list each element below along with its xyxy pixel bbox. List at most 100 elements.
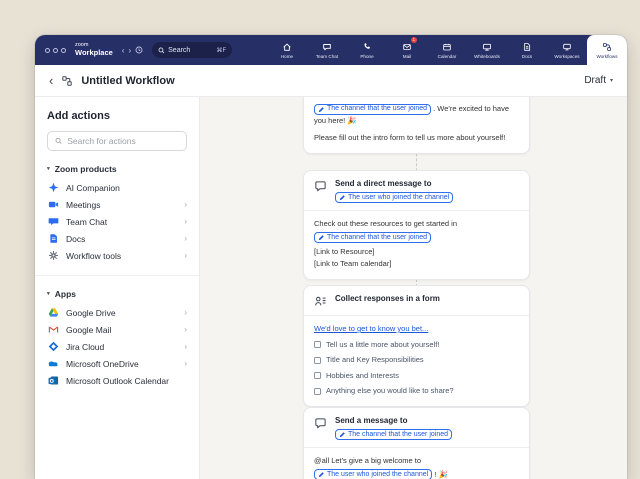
global-search-input[interactable]: Search ⌘F — [152, 42, 232, 58]
form-field-icon — [314, 341, 321, 348]
nav-item-whiteboards[interactable]: Whiteboards — [467, 35, 507, 65]
team-chat-icon — [322, 42, 332, 53]
window-minimize-button[interactable] — [53, 48, 58, 53]
meetings-icon — [47, 199, 59, 211]
ai-companion-icon — [47, 182, 59, 194]
team-chat-icon — [47, 216, 59, 228]
sidebar-item-ai-companion[interactable]: AI Companion — [47, 179, 187, 196]
back-button[interactable]: ‹ — [49, 74, 53, 87]
chat-bubble-icon — [314, 417, 327, 430]
sidebar-item-label: Docs — [66, 234, 85, 244]
pencil-icon — [339, 194, 346, 201]
workflow-card-collect-responses[interactable]: Collect responses in a form We'd love to… — [303, 285, 530, 407]
section-apps[interactable]: ▾ Apps — [47, 289, 187, 299]
nav-item-mail[interactable]: 1 Mail — [387, 35, 427, 65]
form-title-link-line: We'd love to get to know you bet... — [314, 323, 519, 335]
pencil-icon — [318, 234, 325, 241]
card-body: Check out these resources to get started… — [304, 211, 529, 279]
card-title: Collect responses in a form — [335, 294, 440, 304]
app-window: zoom Workplace ‹ › Search ⌘F Home Team C… — [35, 35, 627, 479]
chevron-down-icon: ▾ — [47, 166, 50, 172]
sidebar-item-google-drive[interactable]: Google Drive › — [47, 304, 187, 321]
logo-workplace-text: Workplace — [75, 49, 113, 57]
card-header: Send a message to The channel that the u… — [304, 408, 529, 447]
chip-label: The channel that the user joined — [327, 232, 427, 243]
card-title: Send a message to — [335, 416, 407, 426]
card-header: Send a direct message to The user who jo… — [304, 171, 529, 210]
form-title-link[interactable]: We'd love to get to know you bet... — [314, 324, 428, 333]
sidebar-item-workflow-tools[interactable]: Workflow tools › — [47, 247, 187, 264]
home-icon — [282, 42, 292, 53]
nav-item-calendar[interactable]: Calendar — [427, 35, 467, 65]
nav-item-workspaces[interactable]: Workspaces — [547, 35, 587, 65]
chip-label: The channel that the user joined — [348, 431, 448, 438]
clock-icon[interactable] — [135, 46, 143, 54]
form-field-row: Hobbies and Interests — [314, 370, 519, 382]
workflows-icon — [602, 42, 612, 53]
action-search-input[interactable] — [67, 136, 179, 146]
topnav-items: Home Team Chat Phone 1 Mail Calendar — [267, 35, 627, 65]
sidebar-item-label: Google Drive — [66, 308, 116, 318]
workflow-card-send-welcome[interactable]: The channel that the user joined . We're… — [303, 97, 530, 154]
window-controls[interactable] — [45, 48, 66, 53]
sidebar-item-label: Microsoft Outlook Calendar — [66, 376, 169, 386]
nav-item-home[interactable]: Home — [267, 35, 307, 65]
sidebar-item-docs[interactable]: Docs › — [47, 230, 187, 247]
chevron-right-icon: › — [184, 308, 187, 317]
workflow-card-send-direct-message[interactable]: Send a direct message to The user who jo… — [303, 170, 530, 280]
nav-label: Home — [281, 54, 293, 59]
window-close-button[interactable] — [45, 48, 50, 53]
calendar-icon — [442, 42, 452, 53]
chevron-right-icon: › — [184, 234, 187, 243]
sidebar-item-meetings[interactable]: Meetings › — [47, 196, 187, 213]
nav-item-workflows[interactable]: Workflows — [587, 35, 627, 65]
pencil-icon — [318, 471, 325, 478]
card-text-line: @all Let's give a big welcome to — [314, 455, 519, 467]
workflow-card-send-message[interactable]: Send a message to The channel that the u… — [303, 407, 530, 479]
variable-chip-user[interactable]: The user who joined the channel — [314, 469, 432, 479]
nav-item-phone[interactable]: Phone — [347, 35, 387, 65]
form-field-label: Title and Key Responsibilities — [326, 354, 424, 366]
chevron-right-icon: › — [184, 200, 187, 209]
action-search[interactable] — [47, 131, 187, 151]
variable-chip-channel[interactable]: The channel that the user joined — [314, 104, 431, 115]
sidebar-item-microsoft-onedrive[interactable]: Microsoft OneDrive › — [47, 355, 187, 372]
card-body: We'd love to get to know you bet... Tell… — [304, 316, 529, 406]
variable-chip-channel[interactable]: The channel that the user joined — [335, 429, 452, 440]
back-icon[interactable]: ‹ — [122, 46, 125, 55]
history-controls[interactable]: ‹ › — [122, 46, 143, 55]
chip-label: The user who joined the channel — [348, 194, 449, 201]
section-zoom-products[interactable]: ▾ Zoom products — [47, 164, 187, 174]
workflow-canvas[interactable]: The channel that the user joined . We're… — [200, 97, 627, 479]
variable-chip-channel[interactable]: The channel that the user joined — [314, 232, 431, 243]
form-field-icon — [314, 357, 321, 364]
nav-label: Docs — [522, 54, 532, 59]
card-text-line: Check out these resources to get started… — [314, 218, 519, 230]
nav-item-team-chat[interactable]: Team Chat — [307, 35, 347, 65]
chevron-down-icon: ▾ — [47, 291, 50, 297]
sidebar-item-team-chat[interactable]: Team Chat › — [47, 213, 187, 230]
section-label: Apps — [55, 289, 76, 299]
section-label: Zoom products — [55, 164, 117, 174]
sidebar-item-google-mail[interactable]: Google Mail › — [47, 321, 187, 338]
workflow-title: Untitled Workflow — [81, 75, 174, 87]
search-placeholder: Search — [168, 47, 190, 54]
google-drive-icon — [47, 307, 59, 319]
sidebar-item-label: AI Companion — [66, 183, 120, 193]
variable-chip-user[interactable]: The user who joined the channel — [335, 192, 453, 203]
zoom-workplace-logo: zoom Workplace — [75, 43, 113, 57]
card-body: @all Let's give a big welcome to The use… — [304, 448, 529, 479]
mail-icon — [402, 42, 412, 53]
draft-status-dropdown[interactable]: Draft ▾ — [584, 75, 613, 86]
sidebar-item-microsoft-outlook-calendar[interactable]: Microsoft Outlook Calendar — [47, 372, 187, 389]
card-text-line: [Link to Team calendar] — [314, 258, 519, 270]
chip-label: The user who joined the channel — [327, 469, 428, 479]
sidebar-item-jira-cloud[interactable]: Jira Cloud › — [47, 338, 187, 355]
nav-item-docs[interactable]: Docs — [507, 35, 547, 65]
forward-icon[interactable]: › — [128, 46, 131, 55]
sidebar: Add actions ▾ Zoom products AI Companion… — [35, 97, 200, 479]
workflow-glyph-icon — [61, 75, 73, 87]
mail-unread-badge: 1 — [411, 37, 417, 43]
window-zoom-button[interactable] — [61, 48, 66, 53]
nav-label: Calendar — [438, 54, 457, 59]
